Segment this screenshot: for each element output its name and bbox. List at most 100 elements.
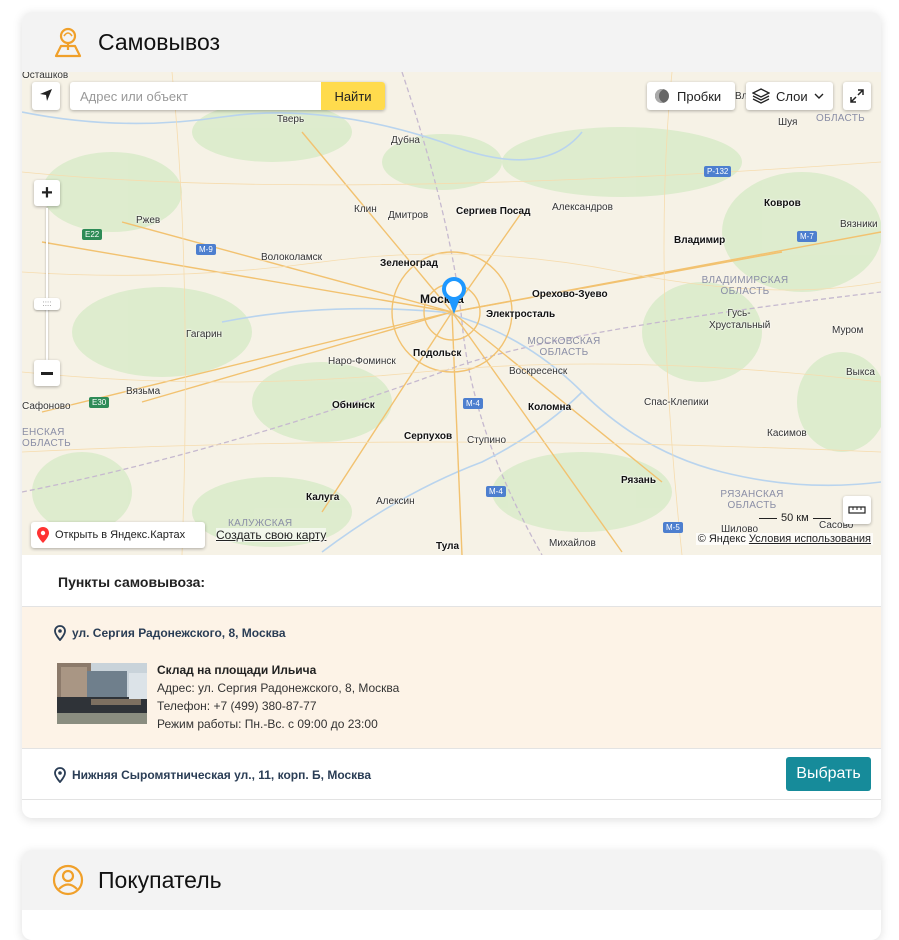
chevron-down-icon [814,93,824,99]
map-city: Выкса [846,367,875,378]
pickup-point-item[interactable]: Нижняя Сыромятническая ул., 11, корп. Б,… [22,748,881,800]
pickup-point-addr-line: Адрес: ул. Сергия Радонежского, 8, Москв… [157,681,400,695]
map-city: Сергиев Посад [456,206,531,217]
road-shield: M-9 [196,244,216,255]
map-city: Зеленоград [380,258,438,269]
map-city: Подольск [413,348,462,359]
pickup-point-hours: Режим работы: Пн.-Вс. с 09:00 до 23:00 [157,717,378,731]
map-city: Ковров [764,198,801,209]
map-city: Гусь-Хрустальный [709,308,771,331]
map-city: Калуга [306,492,340,503]
map-city: Волоколамск [261,252,322,263]
layers-icon [752,88,770,104]
arrow-location-icon [39,88,53,105]
pickup-points-title: Пункты самовывоза: [58,574,206,590]
scale-line-left [759,517,777,519]
map-city: Клин [354,204,377,215]
pickup-point-item[interactable]: ул. Сергия Радонежского, 8, Москва Склад… [22,606,881,748]
pickup-point-name: Склад на площади Ильича [157,663,317,677]
map-city: Наро-Фоминск [328,356,396,367]
map-city: Александров [552,202,613,213]
open-in-yandex-label: Открыть в Яндекс.Картах [55,529,186,541]
map-city: Владимир [674,235,726,246]
zoom-control: + :::: [34,180,60,388]
map-region: МОСКОВСКАЯ ОБЛАСТЬ [527,336,601,358]
map-city: Коломна [528,402,572,413]
open-in-yandex-maps-link[interactable]: Открыть в Яндекс.Картах [31,522,205,548]
pickup-card: Самовывоз Осташков Тверь Дубна Шуя Ржев … [22,12,881,818]
zoom-out-button[interactable] [34,360,60,386]
map-region: ВЛАДИМИРСКАЯ ОБЛАСТЬ [701,275,789,297]
layers-label: Слои [776,88,808,104]
map-city: Орехово-Зуево [532,289,608,300]
buyer-card: Покупатель [22,850,881,940]
map-city: Вязники [840,219,878,230]
map-city: Ржев [136,215,161,226]
location-person-icon [52,26,84,58]
scale-line-right [812,517,831,519]
zoom-in-button[interactable]: + [34,180,60,206]
yandex-pin-icon [37,527,49,543]
map[interactable]: Осташков Тверь Дубна Шуя Ржев Клин Дмитр… [22,72,881,555]
map-city: Обнинск [332,400,375,411]
buyer-title: Покупатель [98,866,222,893]
scale-label: 50 км [781,512,809,524]
pickup-point-address-text: Нижняя Сыромятническая ул., 11, корп. Б,… [72,768,372,782]
layers-button[interactable]: Слои [746,82,833,110]
map-city: Тверь [277,114,305,125]
map-city: Ступино [467,435,506,446]
pickup-points-list: ул. Сергия Радонежского, 8, Москва Склад… [22,606,881,800]
map-pin-icon [54,767,66,783]
map-find-button[interactable]: Найти [321,82,385,110]
map-city: Осташков [22,72,69,81]
road-shield: E30 [89,397,110,408]
map-city: Вязьма [126,386,161,397]
map-pin-icon [54,625,66,641]
pickup-title: Самовывоз [98,28,221,55]
geolocation-button[interactable] [32,82,60,110]
map-city: Шуя [778,117,798,128]
expand-icon [850,89,864,103]
traffic-icon [655,89,669,103]
terms-link[interactable]: Условия использования [749,533,871,545]
map-city: Дмитров [388,210,429,221]
map-marker-icon[interactable] [440,276,468,316]
buyer-header: Покупатель [22,850,881,910]
map-city: Гагарин [186,329,223,340]
map-city: Тула [436,541,460,552]
map-copyright: © Яндекс Условия использования [695,533,873,545]
ruler-button[interactable] [843,496,871,524]
map-region: ЕНСКАЯ ОБЛАСТЬ [22,427,72,449]
map-city: Рязань [621,475,656,486]
pickup-point-address: Нижняя Сыромятническая ул., 11, корп. Б,… [54,767,371,783]
create-map-link[interactable]: Создать свою карту [216,528,327,542]
map-city: Касимов [767,428,807,439]
user-circle-icon [52,864,84,896]
pickup-header: Самовывоз [22,12,881,72]
road-shield: M-4 [463,398,483,409]
zoom-slider-handle[interactable]: :::: [34,298,60,310]
map-region: РЯЗАНСКАЯ ОБЛАСТЬ [720,489,784,511]
road-shield: M-4 [486,486,506,497]
map-city: Муром [832,325,864,336]
road-shield: M-5 [663,522,683,533]
traffic-label: Пробки [677,88,722,104]
map-city: Дубна [391,135,420,146]
road-shield: E22 [82,229,103,240]
pickup-point-address: ул. Сергия Радонежского, 8, Москва [54,625,286,641]
copyright-text: © Яндекс [697,533,746,545]
fullscreen-button[interactable] [843,82,871,110]
road-shield: M-7 [797,231,817,242]
road-shield: P-132 [704,166,732,177]
map-region: ОБЛАСТЬ [816,113,866,124]
pickup-point-address-text: ул. Сергия Радонежского, 8, Москва [72,626,286,640]
choose-pickup-button[interactable]: Выбрать [786,757,871,791]
pickup-point-info: Склад на площади Ильича Адрес: ул. Серги… [157,661,399,733]
map-city: Серпухов [404,431,453,442]
ruler-icon [848,506,866,514]
pickup-point-photo [57,663,147,724]
map-search-input[interactable] [70,82,321,110]
traffic-button[interactable]: Пробки [647,82,735,110]
zoom-slider-track[interactable] [46,208,48,360]
plus-icon: + [41,182,53,204]
